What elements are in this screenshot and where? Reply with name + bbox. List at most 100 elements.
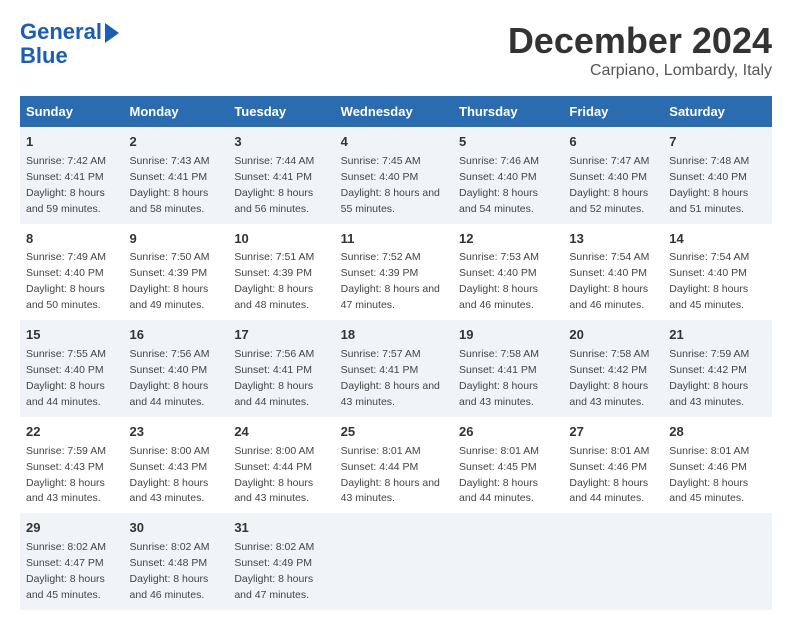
- calendar-cell: 2 Sunrise: 7:43 AM Sunset: 4:41 PM Dayli…: [124, 127, 229, 224]
- daylight-info: Daylight: 8 hours and 46 minutes.: [130, 573, 209, 601]
- sunset-info: Sunset: 4:41 PM: [234, 171, 312, 183]
- header: General Blue December 2024 Carpiano, Lom…: [20, 20, 772, 80]
- header-row: SundayMondayTuesdayWednesdayThursdayFrid…: [20, 96, 772, 127]
- calendar-cell: 27 Sunrise: 8:01 AM Sunset: 4:46 PM Dayl…: [563, 417, 663, 514]
- daylight-info: Daylight: 8 hours and 44 minutes.: [569, 477, 648, 505]
- calendar-table: SundayMondayTuesdayWednesdayThursdayFrid…: [20, 96, 772, 610]
- calendar-cell: 21 Sunrise: 7:59 AM Sunset: 4:42 PM Dayl…: [663, 320, 772, 417]
- calendar-cell: 4 Sunrise: 7:45 AM Sunset: 4:40 PM Dayli…: [335, 127, 453, 224]
- sunrise-info: Sunrise: 8:01 AM: [341, 445, 421, 457]
- calendar-cell: 14 Sunrise: 7:54 AM Sunset: 4:40 PM Dayl…: [663, 224, 772, 321]
- sunrise-info: Sunrise: 7:53 AM: [459, 251, 539, 263]
- sunset-info: Sunset: 4:41 PM: [234, 364, 312, 376]
- title-area: December 2024 Carpiano, Lombardy, Italy: [508, 20, 772, 80]
- daylight-info: Daylight: 8 hours and 50 minutes.: [26, 283, 105, 311]
- calendar-cell: 6 Sunrise: 7:47 AM Sunset: 4:40 PM Dayli…: [563, 127, 663, 224]
- sunrise-info: Sunrise: 7:58 AM: [569, 348, 649, 360]
- sunset-info: Sunset: 4:41 PM: [341, 364, 419, 376]
- sunrise-info: Sunrise: 7:43 AM: [130, 155, 210, 167]
- sunset-info: Sunset: 4:40 PM: [459, 171, 537, 183]
- week-row-2: 8 Sunrise: 7:49 AM Sunset: 4:40 PM Dayli…: [20, 224, 772, 321]
- calendar-cell: 8 Sunrise: 7:49 AM Sunset: 4:40 PM Dayli…: [20, 224, 124, 321]
- header-day-monday: Monday: [124, 96, 229, 127]
- daylight-info: Daylight: 8 hours and 45 minutes.: [669, 477, 748, 505]
- sunrise-info: Sunrise: 7:57 AM: [341, 348, 421, 360]
- daylight-info: Daylight: 8 hours and 45 minutes.: [669, 283, 748, 311]
- day-number: 22: [26, 423, 118, 442]
- location-title: Carpiano, Lombardy, Italy: [508, 62, 772, 80]
- daylight-info: Daylight: 8 hours and 49 minutes.: [130, 283, 209, 311]
- sunrise-info: Sunrise: 7:45 AM: [341, 155, 421, 167]
- day-number: 18: [341, 326, 447, 345]
- calendar-cell: 3 Sunrise: 7:44 AM Sunset: 4:41 PM Dayli…: [228, 127, 334, 224]
- calendar-cell: 16 Sunrise: 7:56 AM Sunset: 4:40 PM Dayl…: [124, 320, 229, 417]
- day-number: 10: [234, 230, 328, 249]
- sunset-info: Sunset: 4:43 PM: [26, 461, 104, 473]
- sunset-info: Sunset: 4:40 PM: [26, 364, 104, 376]
- day-number: 13: [569, 230, 657, 249]
- day-number: 6: [569, 133, 657, 152]
- daylight-info: Daylight: 8 hours and 56 minutes.: [234, 187, 313, 215]
- calendar-cell: [663, 513, 772, 610]
- daylight-info: Daylight: 8 hours and 44 minutes.: [130, 380, 209, 408]
- daylight-info: Daylight: 8 hours and 43 minutes.: [569, 380, 648, 408]
- header-day-tuesday: Tuesday: [228, 96, 334, 127]
- sunrise-info: Sunrise: 7:44 AM: [234, 155, 314, 167]
- day-number: 24: [234, 423, 328, 442]
- sunrise-info: Sunrise: 8:02 AM: [130, 541, 210, 553]
- sunset-info: Sunset: 4:41 PM: [26, 171, 104, 183]
- day-number: 9: [130, 230, 223, 249]
- calendar-cell: 12 Sunrise: 7:53 AM Sunset: 4:40 PM Dayl…: [453, 224, 563, 321]
- calendar-cell: 29 Sunrise: 8:02 AM Sunset: 4:47 PM Dayl…: [20, 513, 124, 610]
- day-number: 27: [569, 423, 657, 442]
- week-row-5: 29 Sunrise: 8:02 AM Sunset: 4:47 PM Dayl…: [20, 513, 772, 610]
- sunrise-info: Sunrise: 7:51 AM: [234, 251, 314, 263]
- sunset-info: Sunset: 4:40 PM: [669, 267, 747, 279]
- day-number: 2: [130, 133, 223, 152]
- sunrise-info: Sunrise: 8:01 AM: [569, 445, 649, 457]
- sunset-info: Sunset: 4:40 PM: [130, 364, 208, 376]
- sunset-info: Sunset: 4:41 PM: [459, 364, 537, 376]
- sunrise-info: Sunrise: 8:01 AM: [459, 445, 539, 457]
- daylight-info: Daylight: 8 hours and 43 minutes.: [130, 477, 209, 505]
- logo-text2: Blue: [20, 44, 68, 68]
- day-number: 16: [130, 326, 223, 345]
- calendar-cell: [563, 513, 663, 610]
- sunset-info: Sunset: 4:44 PM: [234, 461, 312, 473]
- logo: General Blue: [20, 20, 119, 68]
- calendar-cell: 28 Sunrise: 8:01 AM Sunset: 4:46 PM Dayl…: [663, 417, 772, 514]
- daylight-info: Daylight: 8 hours and 43 minutes.: [459, 380, 538, 408]
- day-number: 11: [341, 230, 447, 249]
- calendar-cell: [453, 513, 563, 610]
- calendar-cell: 18 Sunrise: 7:57 AM Sunset: 4:41 PM Dayl…: [335, 320, 453, 417]
- calendar-cell: 23 Sunrise: 8:00 AM Sunset: 4:43 PM Dayl…: [124, 417, 229, 514]
- calendar-cell: 11 Sunrise: 7:52 AM Sunset: 4:39 PM Dayl…: [335, 224, 453, 321]
- sunset-info: Sunset: 4:41 PM: [130, 171, 208, 183]
- sunset-info: Sunset: 4:44 PM: [341, 461, 419, 473]
- calendar-cell: 5 Sunrise: 7:46 AM Sunset: 4:40 PM Dayli…: [453, 127, 563, 224]
- sunrise-info: Sunrise: 7:48 AM: [669, 155, 749, 167]
- calendar-cell: 19 Sunrise: 7:58 AM Sunset: 4:41 PM Dayl…: [453, 320, 563, 417]
- day-number: 31: [234, 519, 328, 538]
- daylight-info: Daylight: 8 hours and 59 minutes.: [26, 187, 105, 215]
- calendar-cell: 22 Sunrise: 7:59 AM Sunset: 4:43 PM Dayl…: [20, 417, 124, 514]
- calendar-cell: 13 Sunrise: 7:54 AM Sunset: 4:40 PM Dayl…: [563, 224, 663, 321]
- sunrise-info: Sunrise: 7:49 AM: [26, 251, 106, 263]
- day-number: 7: [669, 133, 766, 152]
- day-number: 21: [669, 326, 766, 345]
- sunrise-info: Sunrise: 7:55 AM: [26, 348, 106, 360]
- month-title: December 2024: [508, 20, 772, 62]
- sunset-info: Sunset: 4:39 PM: [341, 267, 419, 279]
- day-number: 19: [459, 326, 557, 345]
- sunrise-info: Sunrise: 7:59 AM: [669, 348, 749, 360]
- sunrise-info: Sunrise: 7:54 AM: [569, 251, 649, 263]
- sunset-info: Sunset: 4:40 PM: [569, 267, 647, 279]
- day-number: 14: [669, 230, 766, 249]
- daylight-info: Daylight: 8 hours and 51 minutes.: [669, 187, 748, 215]
- day-number: 15: [26, 326, 118, 345]
- sunrise-info: Sunrise: 8:00 AM: [234, 445, 314, 457]
- day-number: 8: [26, 230, 118, 249]
- header-day-wednesday: Wednesday: [335, 96, 453, 127]
- daylight-info: Daylight: 8 hours and 43 minutes.: [341, 380, 440, 408]
- day-number: 4: [341, 133, 447, 152]
